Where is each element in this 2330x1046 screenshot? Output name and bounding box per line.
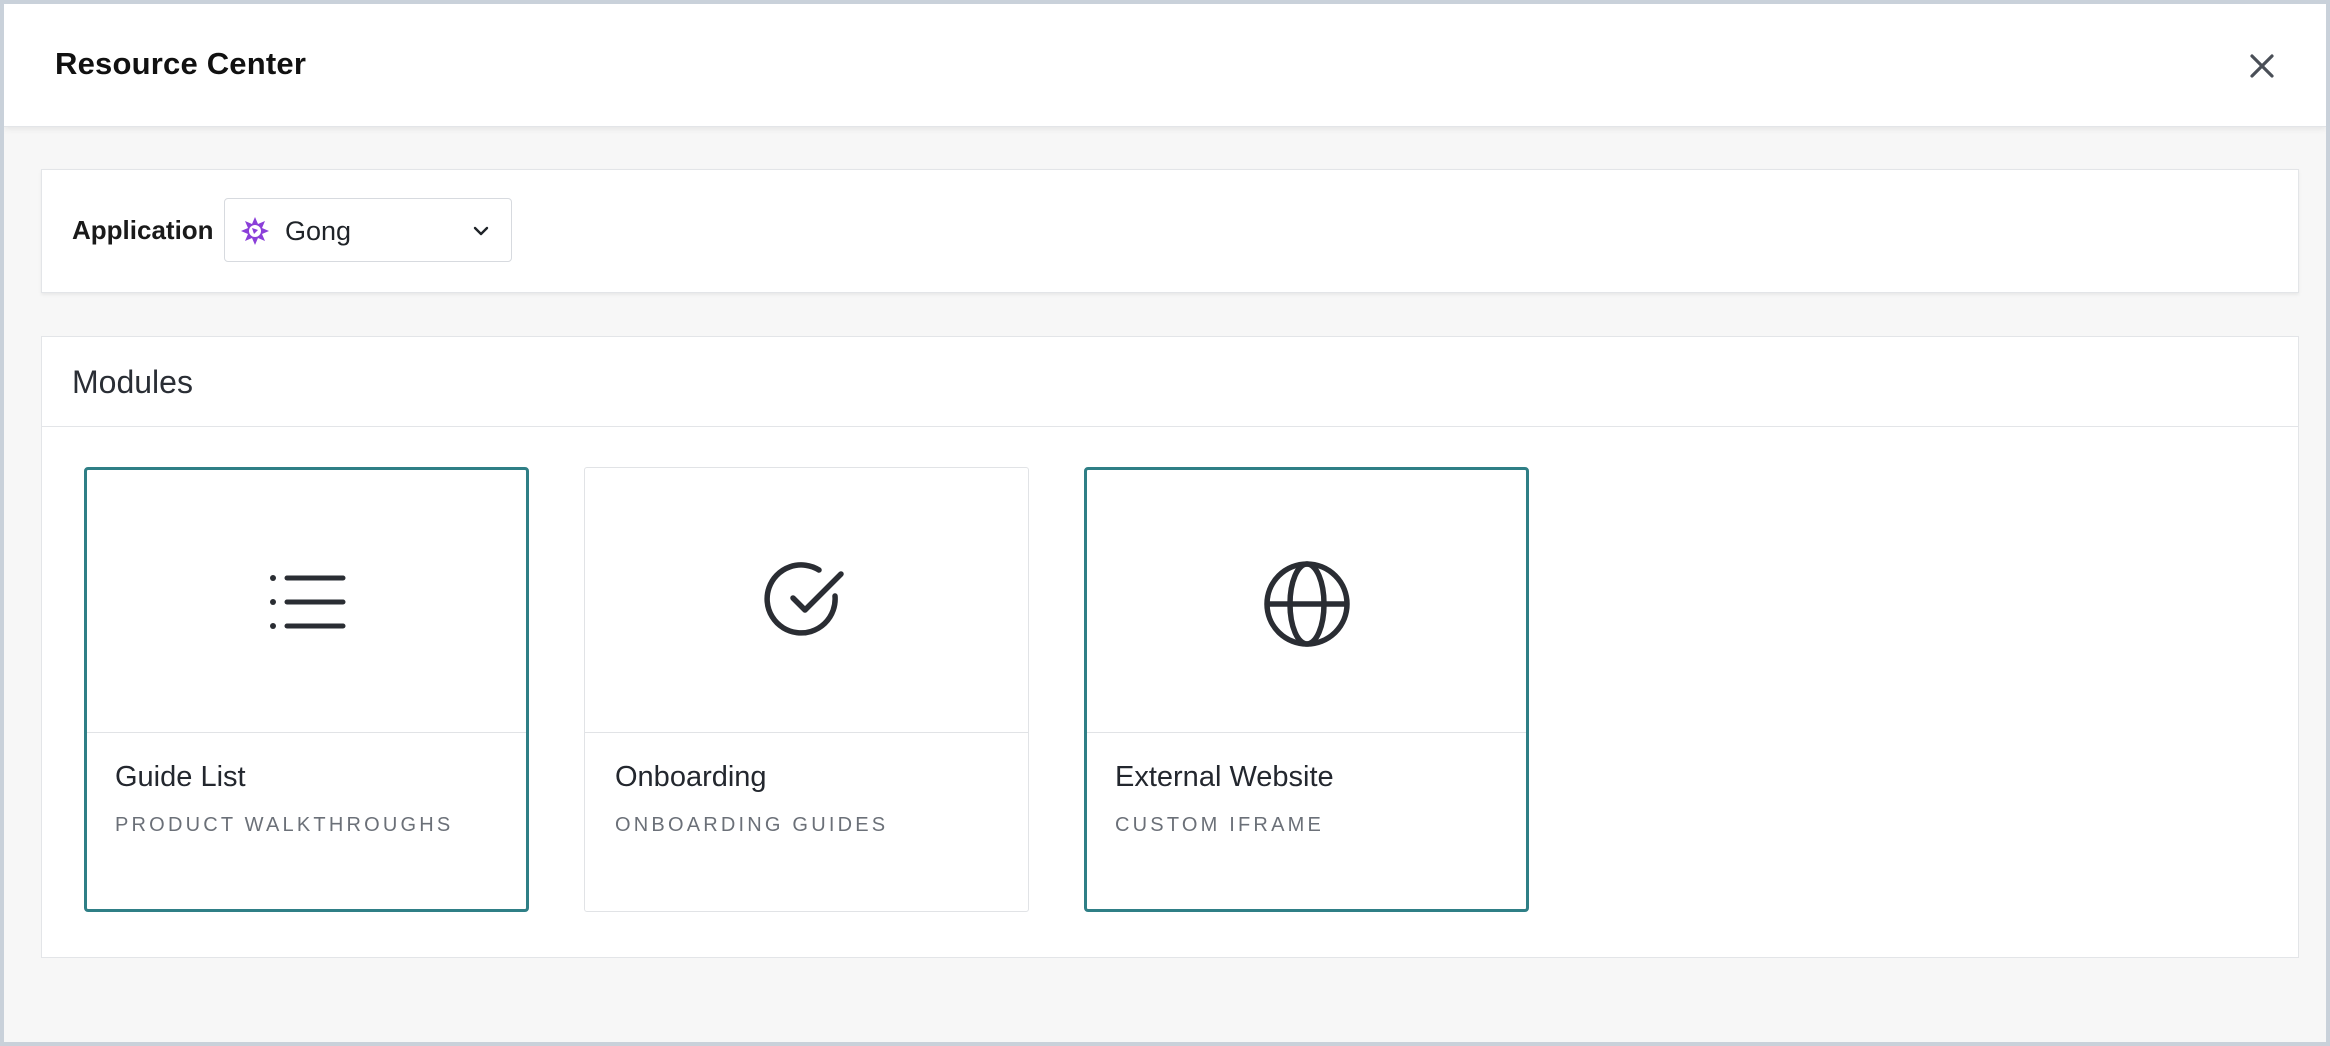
close-button[interactable] xyxy=(2244,48,2280,84)
resource-center-window: Resource Center Application Gong Modules xyxy=(0,0,2330,1046)
module-card-onboarding[interactable]: Onboarding ONBOARDING GUIDES xyxy=(584,467,1029,912)
card-subtitle: ONBOARDING GUIDES xyxy=(615,814,889,836)
application-selected-value: Gong xyxy=(285,216,352,246)
modules-panel: Modules Guide List PRODUCT WALKTHROUGHS xyxy=(41,336,2299,958)
card-title: Guide List xyxy=(115,761,246,793)
card-title: External Website xyxy=(1115,761,1334,793)
close-icon xyxy=(2250,54,2274,78)
modules-header: Modules xyxy=(42,337,2298,427)
application-select[interactable]: Gong xyxy=(224,198,512,262)
page-title: Resource Center xyxy=(55,46,307,81)
card-icon-area xyxy=(585,468,1028,733)
card-title: Onboarding xyxy=(615,761,767,793)
list-icon xyxy=(269,575,345,629)
modules-title: Modules xyxy=(72,364,193,400)
module-card-external-website[interactable]: External Website CUSTOM IFRAME xyxy=(1084,467,1529,912)
card-subtitle: CUSTOM IFRAME xyxy=(1115,814,1325,836)
card-subtitle: PRODUCT WALKTHROUGHS xyxy=(115,814,454,836)
chevron-down-icon xyxy=(473,226,489,236)
header-bar: Resource Center xyxy=(4,4,2326,127)
card-icon-area xyxy=(1087,470,1526,733)
module-card-guide-list[interactable]: Guide List PRODUCT WALKTHROUGHS xyxy=(84,467,529,912)
globe-icon xyxy=(1263,561,1350,647)
application-label: Application xyxy=(72,215,214,245)
card-icon-area xyxy=(87,470,526,733)
application-panel: Application Gong xyxy=(41,169,2299,293)
gong-logo-icon xyxy=(241,217,269,245)
check-circle-icon xyxy=(763,562,844,636)
